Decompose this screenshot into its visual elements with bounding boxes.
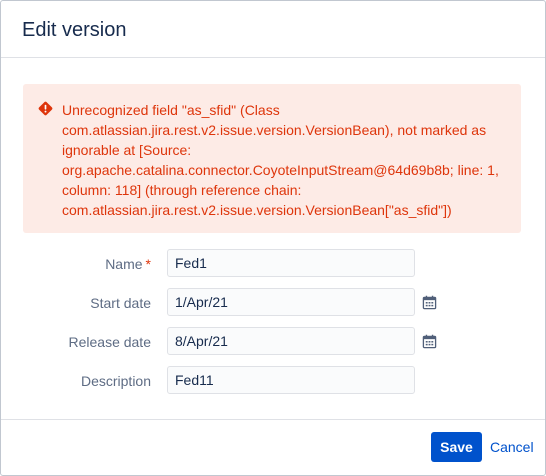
error-line: com.atlassian.jira.rest.v2.issue.version… (62, 202, 452, 218)
start-date-label: Start date (90, 295, 151, 311)
release-date-input[interactable] (167, 327, 415, 355)
name-label: Name * (1, 254, 151, 274)
required-marker: * (145, 256, 151, 272)
description-input[interactable] (167, 366, 415, 394)
dialog-title: Edit version (22, 19, 127, 41)
description-label: Description (80, 373, 151, 389)
edit-version-dialog: Edit version Unrecognized field "as_sfid… (0, 0, 546, 476)
footer-divider (1, 419, 545, 420)
error-icon (38, 101, 53, 116)
error-text: Unrecognized field "as_sfid" (Class com.… (62, 100, 502, 220)
error-message: Unrecognized field "as_sfid" (Class com.… (23, 84, 521, 233)
error-line: Unrecognized field "as_sfid" (Class (62, 102, 280, 118)
calendar-icon[interactable] (422, 295, 437, 310)
start-date-input[interactable] (167, 288, 415, 316)
error-line: column: 118] (through reference chain: (62, 182, 302, 198)
name-input[interactable] (167, 249, 415, 277)
calendar-icon[interactable] (422, 334, 437, 349)
cancel-link[interactable]: Cancel (490, 438, 534, 456)
error-line: org.apache.catalina.connector.CoyoteInpu… (62, 162, 499, 178)
save-button[interactable]: Save (431, 432, 482, 462)
error-line: com.atlassian.jira.rest.v2.issue.version… (62, 122, 487, 138)
error-line: ignorable at [Source: (62, 142, 192, 158)
dialog-header: Edit version (1, 1, 545, 58)
release-date-label: Release date (68, 334, 151, 350)
name-label-text: Name (105, 256, 143, 272)
